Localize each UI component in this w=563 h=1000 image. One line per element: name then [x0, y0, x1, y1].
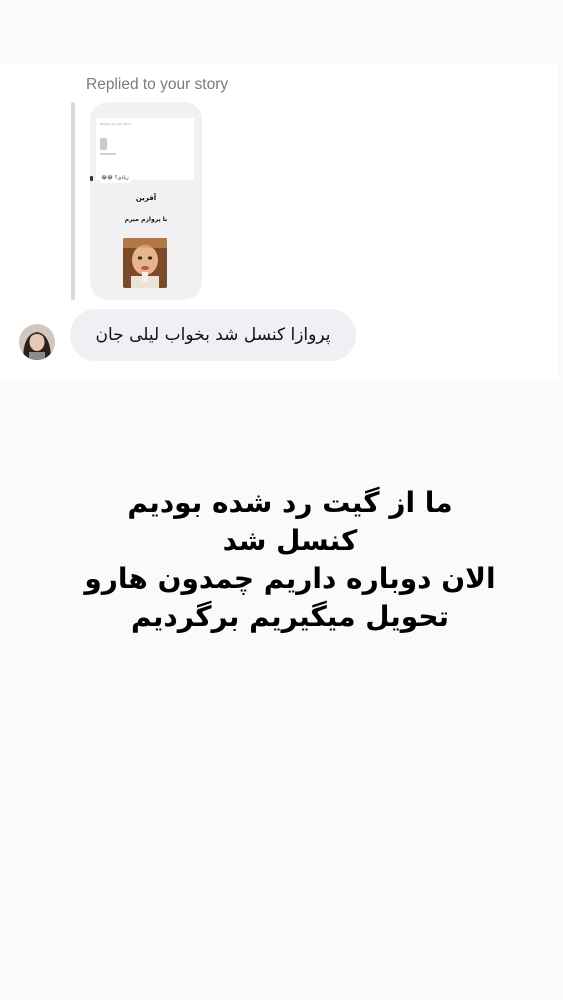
story-overlay-text: ما از گیت رد شده بودیم کنسل شد الان دوبا… — [60, 484, 520, 636]
message-text: پروازا کنسل شد بخواب لیلی جان — [95, 325, 331, 345]
mini-reaction-bubble: زیادی؟ 😂😂 — [98, 174, 132, 183]
overlay-line-4: تحویل میگیریم برگردیم — [130, 600, 450, 633]
mini-replied-label: Replied to your story — [100, 122, 132, 126]
sender-avatar[interactable] — [19, 324, 55, 360]
replied-to-story-label: Replied to your story — [86, 76, 229, 93]
story-text-line-2: با پروازم میرم — [124, 216, 168, 223]
overlay-line-3: الان دوباره داریم چمدون هارو — [84, 562, 496, 595]
mini-text-line — [100, 153, 116, 155]
story-thumbnail[interactable]: Replied to your story زیادی؟ 😂😂 آفرین با… — [90, 102, 202, 300]
mini-dot — [90, 176, 93, 181]
message-bubble[interactable]: پروازا کنسل شد بخواب لیلی جان — [70, 309, 356, 361]
overlay-line-1: ما از گیت رد شده بودیم — [127, 486, 453, 519]
story-text-line-1: آفرین — [135, 194, 157, 202]
reply-quote-bar — [71, 102, 75, 300]
overlay-line-2: کنسل شد — [222, 524, 358, 557]
story-mini-screenshot: Replied to your story — [96, 118, 194, 180]
toddler-photo — [123, 238, 167, 288]
chat-screenshot-card: Replied to your story Replied to your st… — [0, 64, 558, 380]
mini-story-image — [100, 138, 107, 150]
